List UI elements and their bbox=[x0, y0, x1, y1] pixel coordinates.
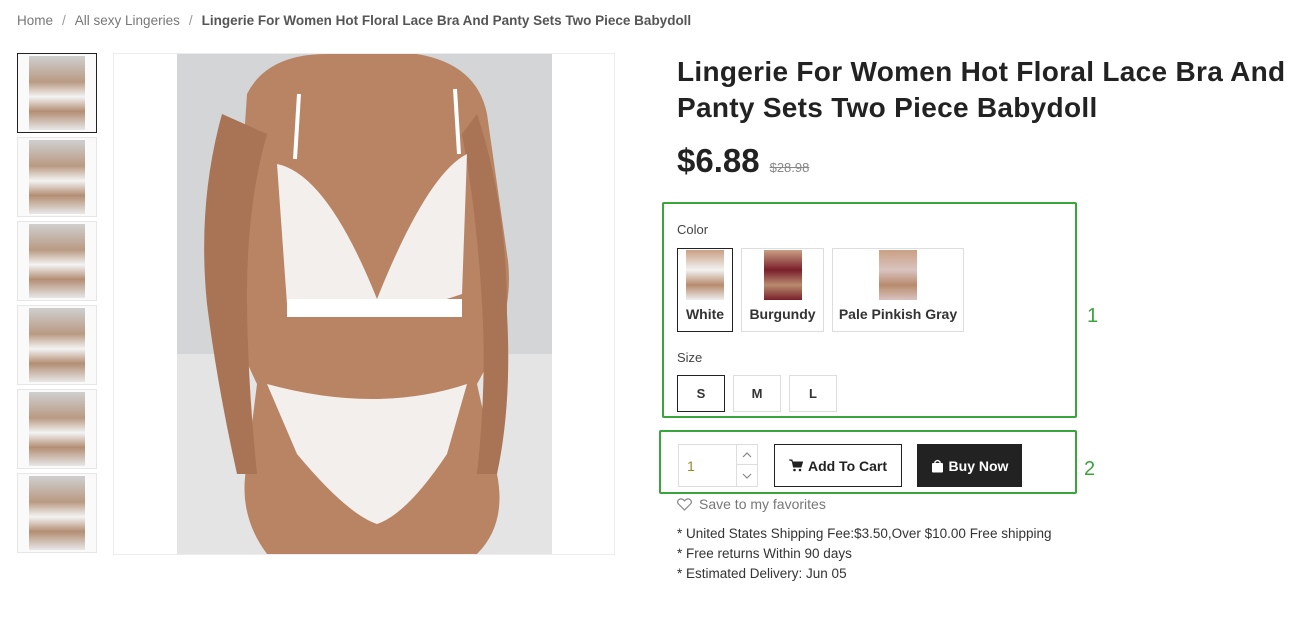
shipping-info: * United States Shipping Fee:$3.50,Over … bbox=[677, 524, 1052, 584]
breadcrumb-category[interactable]: All sexy Lingeries bbox=[75, 13, 180, 28]
quantity-increase[interactable] bbox=[737, 445, 757, 465]
cart-icon bbox=[788, 459, 803, 472]
breadcrumb-separator: / bbox=[62, 13, 66, 28]
chevron-down-icon bbox=[742, 473, 752, 479]
color-option-pale-pinkish-gray[interactable]: Pale Pinkish Gray bbox=[832, 248, 964, 332]
product-photo bbox=[177, 54, 552, 554]
delivery-line: * Estimated Delivery: Jun 05 bbox=[677, 566, 847, 581]
main-product-image[interactable] bbox=[113, 53, 615, 555]
size-option-s[interactable]: S bbox=[677, 375, 725, 412]
add-to-cart-label: Add To Cart bbox=[807, 457, 888, 474]
quantity-stepper bbox=[678, 444, 758, 487]
size-label: Size bbox=[677, 350, 703, 365]
thumbnail-gallery bbox=[17, 53, 97, 557]
thumbnail-photo bbox=[29, 308, 85, 382]
heart-icon bbox=[677, 497, 692, 511]
color-label: Color bbox=[677, 222, 709, 237]
annotation-number-1: 1 bbox=[1087, 305, 1099, 327]
thumbnail-photo bbox=[29, 56, 85, 130]
breadcrumb-separator: / bbox=[188, 13, 193, 28]
buy-now-label: Buy Now bbox=[948, 457, 1009, 474]
breadcrumb-home[interactable]: Home bbox=[17, 13, 53, 28]
shipping-fee-line: * United States Shipping Fee:$3.50,Over … bbox=[677, 526, 1052, 541]
color-option-white[interactable]: White bbox=[677, 248, 733, 332]
thumbnail-photo bbox=[29, 224, 85, 298]
annotation-number-2: 2 bbox=[1084, 458, 1096, 480]
color-swatch bbox=[686, 250, 724, 300]
thumbnail-image[interactable] bbox=[17, 137, 97, 217]
cart-highlight-box: Add To Cart Buy Now bbox=[659, 430, 1077, 494]
color-swatch bbox=[879, 250, 917, 300]
thumbnail-image[interactable] bbox=[17, 473, 97, 553]
original-price: $28.98 bbox=[769, 160, 810, 175]
price-row: $6.88 $28.98 bbox=[677, 142, 809, 180]
quantity-decrease[interactable] bbox=[737, 466, 757, 486]
breadcrumb: Home / All sexy Lingeries / Lingerie For… bbox=[17, 13, 691, 28]
thumbnail-photo bbox=[29, 392, 85, 466]
current-price: $6.88 bbox=[677, 142, 760, 179]
thumbnail-image[interactable] bbox=[17, 389, 97, 469]
product-title: Lingerie For Women Hot Floral Lace Bra A… bbox=[677, 56, 1286, 123]
thumbnail-photo bbox=[29, 476, 85, 550]
chevron-up-icon bbox=[742, 451, 752, 457]
options-highlight-box: Color White Burgundy Pale Pinkish Gray S… bbox=[662, 202, 1077, 418]
color-option-label: White bbox=[685, 306, 725, 322]
buy-now-button[interactable]: Buy Now bbox=[917, 444, 1022, 487]
breadcrumb-current: Lingerie For Women Hot Floral Lace Bra A… bbox=[201, 13, 692, 28]
save-to-favorites[interactable]: Save to my favorites bbox=[677, 496, 826, 512]
color-swatch bbox=[763, 250, 802, 300]
returns-line: * Free returns Within 90 days bbox=[677, 546, 852, 561]
thumbnail-image[interactable] bbox=[17, 53, 97, 133]
quantity-input[interactable] bbox=[679, 445, 737, 486]
product-photo-illustration bbox=[177, 54, 552, 554]
color-option-label: Pale Pinkish Gray bbox=[838, 306, 958, 322]
color-option-burgundy[interactable]: Burgundy bbox=[741, 248, 824, 332]
add-to-cart-button[interactable]: Add To Cart bbox=[774, 444, 902, 487]
thumbnail-image[interactable] bbox=[17, 221, 97, 301]
thumbnail-photo bbox=[29, 140, 85, 214]
size-option-l[interactable]: L bbox=[789, 375, 837, 412]
favorites-label: Save to my favorites bbox=[699, 496, 826, 512]
color-option-label: Burgundy bbox=[749, 306, 816, 322]
shopping-bag-icon bbox=[931, 459, 943, 472]
thumbnail-image[interactable] bbox=[17, 305, 97, 385]
size-option-m[interactable]: M bbox=[733, 375, 781, 412]
